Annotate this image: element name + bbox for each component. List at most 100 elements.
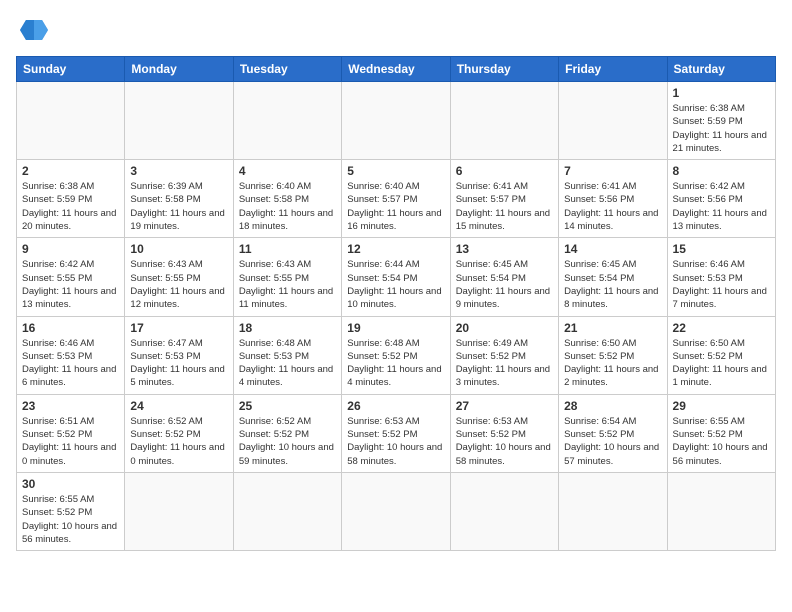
day-cell (450, 472, 558, 550)
day-number: 20 (456, 321, 553, 335)
day-cell: 26 Sunrise: 6:53 AM Sunset: 5:52 PM Dayli… (342, 394, 450, 472)
day-info: Sunrise: 6:53 AM Sunset: 5:52 PM Dayligh… (347, 415, 444, 468)
calendar: SundayMondayTuesdayWednesdayThursdayFrid… (16, 56, 776, 551)
day-number: 19 (347, 321, 444, 335)
day-cell: 16Sunrise: 6:46 AM Sunset: 5:53 PM Dayli… (17, 316, 125, 394)
day-info: Sunrise: 6:46 AM Sunset: 5:53 PM Dayligh… (673, 258, 770, 311)
logo-icon (16, 16, 52, 44)
day-cell: 30 Sunrise: 6:55 AM Sunset: 5:52 PM Dayli… (17, 472, 125, 550)
day-info: Sunrise: 6:54 AM Sunset: 5:52 PM Dayligh… (564, 415, 661, 468)
day-cell (667, 472, 775, 550)
day-number: 25 (239, 399, 336, 413)
day-cell: 25Sunrise: 6:52 AM Sunset: 5:52 PM Dayli… (233, 394, 341, 472)
day-cell: 12 Sunrise: 6:44 AM Sunset: 5:54 PM Dayli… (342, 238, 450, 316)
day-info: Sunrise: 6:44 AM Sunset: 5:54 PM Dayligh… (347, 258, 444, 311)
day-number: 7 (564, 164, 661, 178)
day-cell: 19 Sunrise: 6:48 AM Sunset: 5:52 PM Dayli… (342, 316, 450, 394)
day-number: 27 (456, 399, 553, 413)
day-info: Sunrise: 6:48 AM Sunset: 5:53 PM Dayligh… (239, 337, 336, 390)
day-info: Sunrise: 6:38 AM Sunset: 5:59 PM Dayligh… (673, 102, 770, 155)
day-cell: 28 Sunrise: 6:54 AM Sunset: 5:52 PM Dayli… (559, 394, 667, 472)
day-number: 18 (239, 321, 336, 335)
day-cell: 10 Sunrise: 6:43 AM Sunset: 5:55 PM Dayli… (125, 238, 233, 316)
day-info: Sunrise: 6:39 AM Sunset: 5:58 PM Dayligh… (130, 180, 227, 233)
days-header-row: SundayMondayTuesdayWednesdayThursdayFrid… (17, 57, 776, 82)
day-cell: 9 Sunrise: 6:42 AM Sunset: 5:55 PM Daylig… (17, 238, 125, 316)
day-cell: 29Sunrise: 6:55 AM Sunset: 5:52 PM Dayli… (667, 394, 775, 472)
day-cell: 14 Sunrise: 6:45 AM Sunset: 5:54 PM Dayli… (559, 238, 667, 316)
week-row-2: 2 Sunrise: 6:38 AM Sunset: 5:59 PM Daylig… (17, 160, 776, 238)
day-info: Sunrise: 6:47 AM Sunset: 5:53 PM Dayligh… (130, 337, 227, 390)
day-cell: 5 Sunrise: 6:40 AM Sunset: 5:57 PM Daylig… (342, 160, 450, 238)
day-number: 5 (347, 164, 444, 178)
day-header-sunday: Sunday (17, 57, 125, 82)
day-number: 2 (22, 164, 119, 178)
day-cell (342, 82, 450, 160)
day-info: Sunrise: 6:48 AM Sunset: 5:52 PM Dayligh… (347, 337, 444, 390)
day-cell (559, 82, 667, 160)
day-cell (342, 472, 450, 550)
day-cell (450, 82, 558, 160)
page-header (16, 16, 776, 44)
day-cell: 6 Sunrise: 6:41 AM Sunset: 5:57 PM Daylig… (450, 160, 558, 238)
day-number: 10 (130, 242, 227, 256)
day-cell (125, 472, 233, 550)
day-number: 6 (456, 164, 553, 178)
day-number: 15 (673, 242, 770, 256)
day-number: 24 (130, 399, 227, 413)
day-cell: 13Sunrise: 6:45 AM Sunset: 5:54 PM Dayli… (450, 238, 558, 316)
day-number: 11 (239, 242, 336, 256)
day-number: 17 (130, 321, 227, 335)
week-row-6: 30 Sunrise: 6:55 AM Sunset: 5:52 PM Dayli… (17, 472, 776, 550)
day-info: Sunrise: 6:46 AM Sunset: 5:53 PM Dayligh… (22, 337, 119, 390)
day-info: Sunrise: 6:43 AM Sunset: 5:55 PM Dayligh… (130, 258, 227, 311)
day-cell: 2 Sunrise: 6:38 AM Sunset: 5:59 PM Daylig… (17, 160, 125, 238)
day-number: 14 (564, 242, 661, 256)
day-info: Sunrise: 6:43 AM Sunset: 5:55 PM Dayligh… (239, 258, 336, 311)
day-number: 26 (347, 399, 444, 413)
day-header-wednesday: Wednesday (342, 57, 450, 82)
day-info: Sunrise: 6:41 AM Sunset: 5:56 PM Dayligh… (564, 180, 661, 233)
day-cell (559, 472, 667, 550)
day-cell (125, 82, 233, 160)
day-cell: 4Sunrise: 6:40 AM Sunset: 5:58 PM Daylig… (233, 160, 341, 238)
day-info: Sunrise: 6:51 AM Sunset: 5:52 PM Dayligh… (22, 415, 119, 468)
day-cell (17, 82, 125, 160)
week-row-1: 1 Sunrise: 6:38 AM Sunset: 5:59 PM Daylig… (17, 82, 776, 160)
day-cell: 22Sunrise: 6:50 AM Sunset: 5:52 PM Dayli… (667, 316, 775, 394)
week-row-3: 9 Sunrise: 6:42 AM Sunset: 5:55 PM Daylig… (17, 238, 776, 316)
day-info: Sunrise: 6:52 AM Sunset: 5:52 PM Dayligh… (130, 415, 227, 468)
day-info: Sunrise: 6:40 AM Sunset: 5:58 PM Dayligh… (239, 180, 336, 233)
day-header-thursday: Thursday (450, 57, 558, 82)
day-info: Sunrise: 6:45 AM Sunset: 5:54 PM Dayligh… (456, 258, 553, 311)
day-number: 3 (130, 164, 227, 178)
week-row-4: 16Sunrise: 6:46 AM Sunset: 5:53 PM Dayli… (17, 316, 776, 394)
day-info: Sunrise: 6:42 AM Sunset: 5:55 PM Dayligh… (22, 258, 119, 311)
day-number: 12 (347, 242, 444, 256)
day-info: Sunrise: 6:55 AM Sunset: 5:52 PM Dayligh… (22, 493, 119, 546)
day-header-monday: Monday (125, 57, 233, 82)
day-cell: 17 Sunrise: 6:47 AM Sunset: 5:53 PM Dayli… (125, 316, 233, 394)
day-info: Sunrise: 6:49 AM Sunset: 5:52 PM Dayligh… (456, 337, 553, 390)
day-cell: 20 Sunrise: 6:49 AM Sunset: 5:52 PM Dayli… (450, 316, 558, 394)
day-info: Sunrise: 6:42 AM Sunset: 5:56 PM Dayligh… (673, 180, 770, 233)
day-number: 30 (22, 477, 119, 491)
day-number: 23 (22, 399, 119, 413)
week-row-5: 23 Sunrise: 6:51 AM Sunset: 5:52 PM Dayli… (17, 394, 776, 472)
day-info: Sunrise: 6:38 AM Sunset: 5:59 PM Dayligh… (22, 180, 119, 233)
day-info: Sunrise: 6:40 AM Sunset: 5:57 PM Dayligh… (347, 180, 444, 233)
logo (16, 16, 56, 44)
day-number: 1 (673, 86, 770, 100)
day-number: 9 (22, 242, 119, 256)
day-info: Sunrise: 6:45 AM Sunset: 5:54 PM Dayligh… (564, 258, 661, 311)
day-cell: 11 Sunrise: 6:43 AM Sunset: 5:55 PM Dayli… (233, 238, 341, 316)
day-info: Sunrise: 6:41 AM Sunset: 5:57 PM Dayligh… (456, 180, 553, 233)
day-number: 28 (564, 399, 661, 413)
day-header-friday: Friday (559, 57, 667, 82)
day-cell (233, 82, 341, 160)
day-cell: 3 Sunrise: 6:39 AM Sunset: 5:58 PM Daylig… (125, 160, 233, 238)
day-cell: 15 Sunrise: 6:46 AM Sunset: 5:53 PM Dayli… (667, 238, 775, 316)
day-cell: 21Sunrise: 6:50 AM Sunset: 5:52 PM Dayli… (559, 316, 667, 394)
day-cell: 18 Sunrise: 6:48 AM Sunset: 5:53 PM Dayli… (233, 316, 341, 394)
day-header-tuesday: Tuesday (233, 57, 341, 82)
